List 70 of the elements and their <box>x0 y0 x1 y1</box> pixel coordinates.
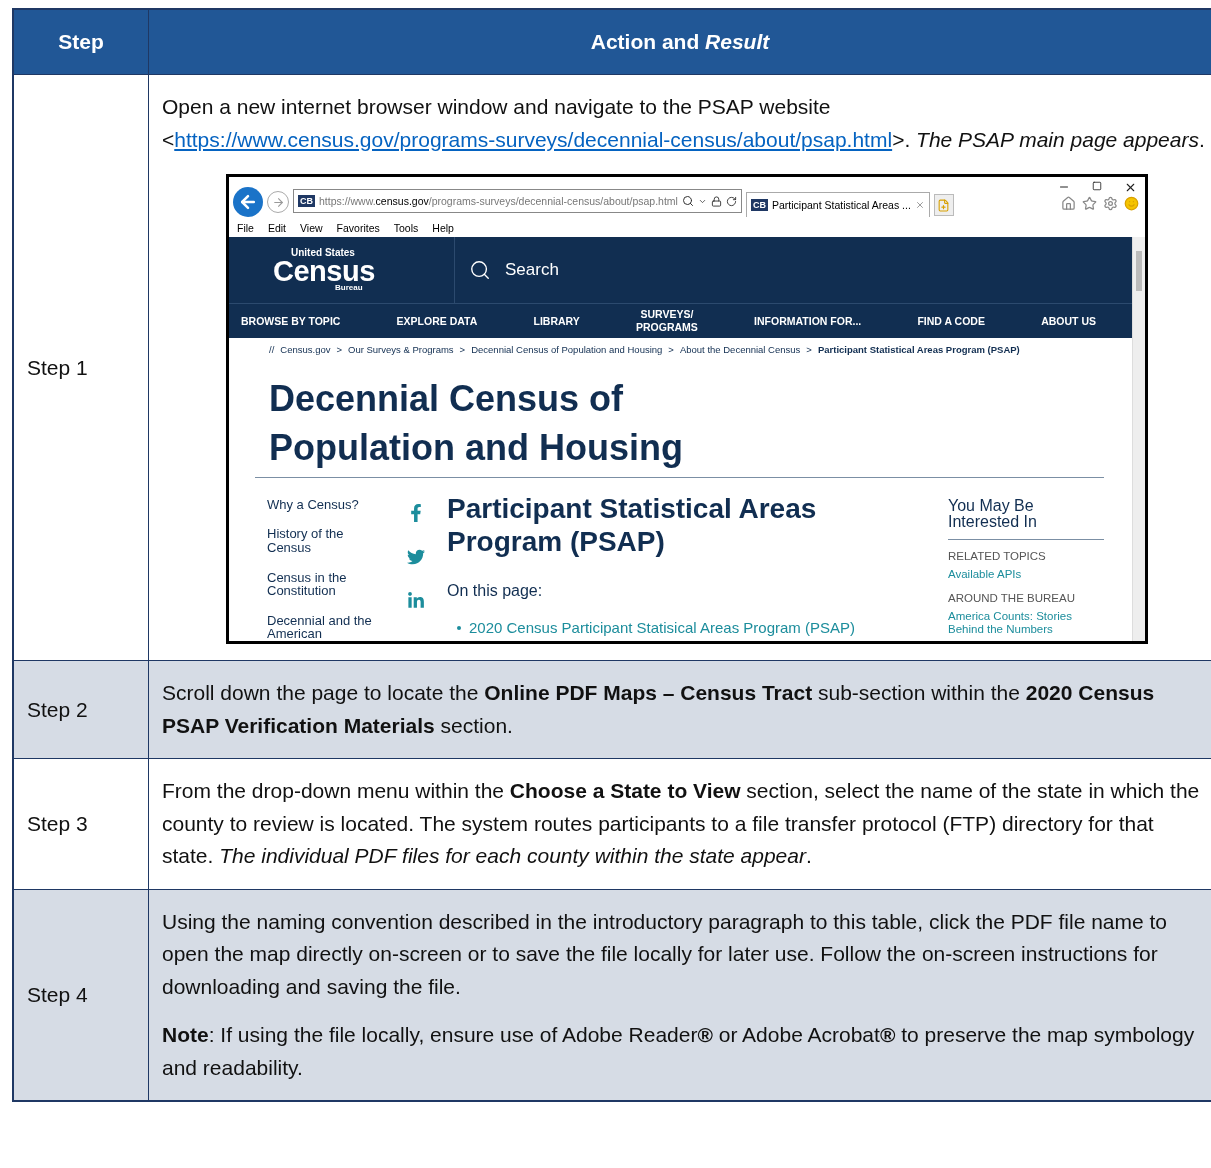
nav-link[interactable]: FIND A CODE <box>917 314 985 328</box>
step-cell: Step 2 <box>14 660 148 759</box>
scrollbar[interactable] <box>1132 237 1145 642</box>
side-nav-link[interactable]: Decennial and the American <box>267 613 379 642</box>
back-button[interactable] <box>233 187 263 217</box>
column-header: Action and Result <box>148 10 1211 74</box>
favicon: CB <box>750 198 768 212</box>
breadcrumb-link[interactable]: Census.gov <box>280 344 331 356</box>
favicon: CB <box>298 194 315 208</box>
psap-link[interactable]: https://www.census.gov/programs-surveys/decennial-census/about/psap.html <box>174 127 893 151</box>
column-header: Step <box>14 10 148 74</box>
forward-arrow-icon <box>271 195 285 209</box>
page-link[interactable]: 2020 Census Participant Statisical Areas Program (PSAP) <box>457 617 855 638</box>
browser-tab[interactable]: CB Participant Statistical Areas ... <box>745 192 930 217</box>
lock-icon <box>710 195 722 207</box>
aside-link[interactable]: America Counts: Stories Behind the Numbers <box>948 609 1088 638</box>
instruction-text: Open a new internet browser window and navigate to the PSAP website <https://www.census.gov/programs-surveys/decennial-census/about/psap.html>. The PSAP main page appears. <box>162 94 1205 153</box>
settings-icon[interactable] <box>1103 196 1118 211</box>
menu-item[interactable]: View <box>300 221 323 235</box>
nav-link[interactable]: SURVEYS/ PROGRAMS <box>636 308 698 334</box>
side-nav-link[interactable]: Census in the Constitution <box>267 570 379 598</box>
step-cell: Step 4 <box>14 888 148 1101</box>
breadcrumb-link[interactable]: Participant Statistical Areas Program (PSAP) <box>817 344 1020 356</box>
refresh-icon[interactable] <box>725 195 737 207</box>
linkedin-icon[interactable] <box>407 591 425 610</box>
menu-item[interactable]: Tools <box>393 221 419 235</box>
search-icon <box>469 259 491 281</box>
search-icon[interactable] <box>681 195 694 207</box>
twitter-icon[interactable] <box>407 547 425 566</box>
close-icon[interactable] <box>1124 181 1137 194</box>
menu-item[interactable]: Help <box>432 221 454 235</box>
url-text: https://www.census.gov/programs-surveys/decennial-census/about/psap.html <box>319 194 678 208</box>
side-nav-link[interactable]: History of the Census <box>267 527 379 555</box>
breadcrumb-link[interactable]: About the Decennial Census <box>679 344 801 356</box>
aside-link[interactable]: Available APIs <box>948 567 1088 582</box>
nav-link[interactable]: EXPLORE DATA <box>396 314 478 328</box>
new-tab-button[interactable] <box>933 194 954 216</box>
menu-item[interactable]: Favorites <box>336 221 380 235</box>
side-nav-link[interactable]: Why a Census? <box>267 497 379 512</box>
home-icon[interactable] <box>1061 196 1076 211</box>
breadcrumb-separator: > <box>806 344 812 356</box>
breadcrumb-separator: > <box>336 344 342 356</box>
nav-link[interactable]: ABOUT US <box>1041 314 1096 328</box>
maximize-icon[interactable] <box>1092 181 1102 191</box>
star-icon[interactable] <box>1082 196 1097 211</box>
instruction-text: Using the naming convention described in the introductory paragraph to this table, click the PDF file name to open the map directly on-screen or to save the file locally for later use. Follow the on-screen instructions for downloading and saving the file. <box>162 908 1169 1000</box>
breadcrumb-link[interactable]: Our Surveys & Programs <box>348 344 454 356</box>
breadcrumb-separator: > <box>459 344 466 356</box>
new-tab-icon <box>937 198 951 212</box>
search-field[interactable]: Search <box>455 237 559 303</box>
menu-item[interactable]: File <box>237 221 254 235</box>
menu-item[interactable]: Edit <box>267 221 286 235</box>
section-heading: Participant Statistical Areas Program (PSAP) <box>447 491 818 559</box>
aside-label: AROUND THE BUREAU <box>948 591 1076 606</box>
breadcrumb-mark: // <box>269 344 275 356</box>
instruction-text: Note: If using the file locally, ensure use of Adobe Reader® or Adobe Acrobat® to preserve the map symbology and readability. <box>162 1022 1196 1081</box>
nav-link[interactable]: BROWSE BY TOPIC <box>241 314 341 328</box>
tab-title: Participant Statistical Areas ... <box>771 198 911 212</box>
breadcrumb-separator: > <box>668 344 674 356</box>
forward-button[interactable] <box>267 191 289 213</box>
instruction-text: From the drop-down menu within the Choose a State to View section, select the name of the state in which the county to review is located. The system routes participants to a file transfer protocol (FTP) directory for that state. The individual PDF files for each county within the state appear. <box>162 778 1201 870</box>
address-bar[interactable]: CB https://www.census.gov/programs-surveys/decennial-census/about/psap.html <box>293 189 742 213</box>
page-title: Decennial Census of Population and Housing <box>269 377 684 470</box>
instruction-text: Scroll down the page to locate the Online PDF Maps – Census Tract sub-section within the 2020 Census PSAP Verification Materials section. <box>162 680 1156 739</box>
aside-title: You May Be Interested In <box>948 497 1104 541</box>
aside-label: RELATED TOPICS <box>948 550 1047 564</box>
on-this-page-label: On this page: <box>447 580 544 600</box>
nav-link[interactable]: INFORMATION FOR... <box>754 314 862 328</box>
nav-link[interactable]: LIBRARY <box>533 314 580 328</box>
breadcrumb-link[interactable]: Decennial Census of Population and Housing <box>471 344 663 356</box>
